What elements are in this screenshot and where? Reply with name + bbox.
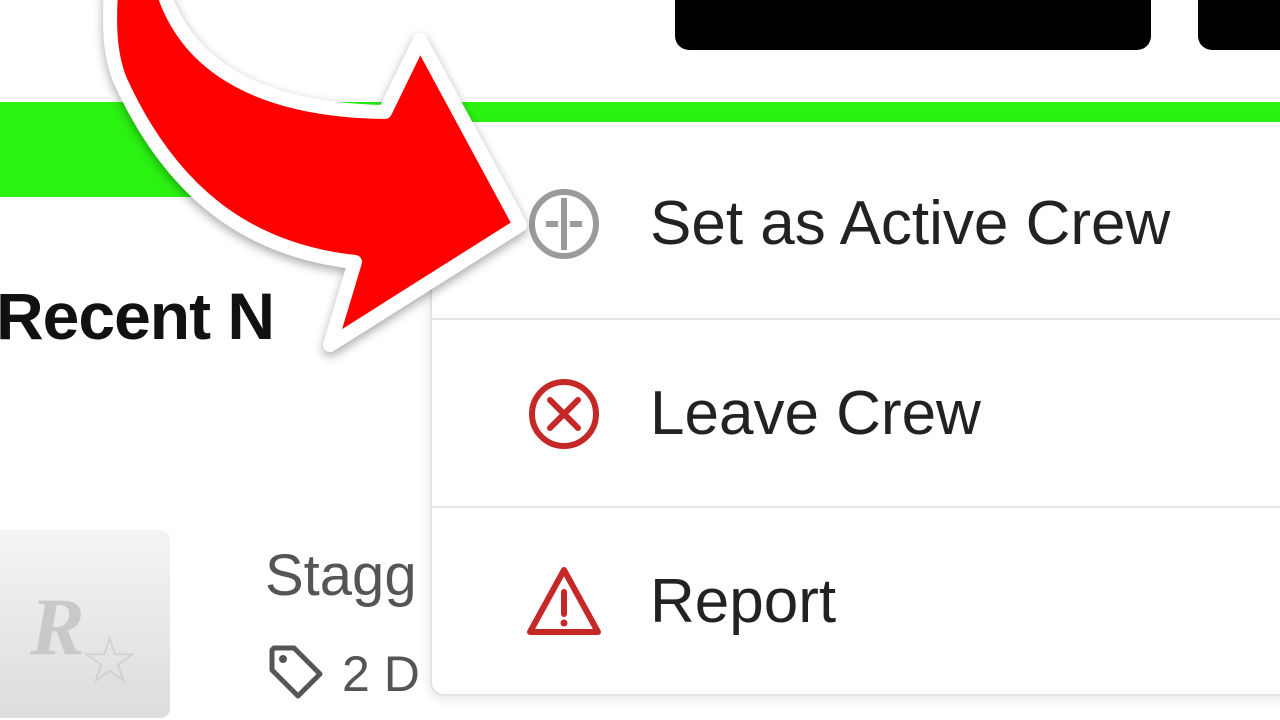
page: Recent N R ☆ Stagg 2 D Set as Active Cre… — [0, 0, 1280, 720]
rockstar-logo-icon: R — [30, 581, 85, 672]
tag-icon — [269, 645, 323, 699]
news-date: 2 D — [342, 646, 420, 702]
menu-item-label: Leave Crew — [650, 379, 981, 448]
news-headline[interactable]: Stagg — [265, 542, 417, 609]
menu-item-label: Report — [650, 567, 837, 636]
menu-item-label: Set as Active Crew — [650, 189, 1171, 258]
menu-item-report[interactable]: Report — [432, 506, 1280, 696]
star-icon: ☆ — [80, 623, 140, 697]
news-thumbnail[interactable]: R ☆ — [0, 530, 170, 718]
pointer-arrow-icon — [103, 0, 527, 352]
top-action-button[interactable] — [675, 0, 1151, 50]
top-secondary-button[interactable] — [1198, 0, 1280, 50]
warning-icon — [527, 567, 601, 635]
